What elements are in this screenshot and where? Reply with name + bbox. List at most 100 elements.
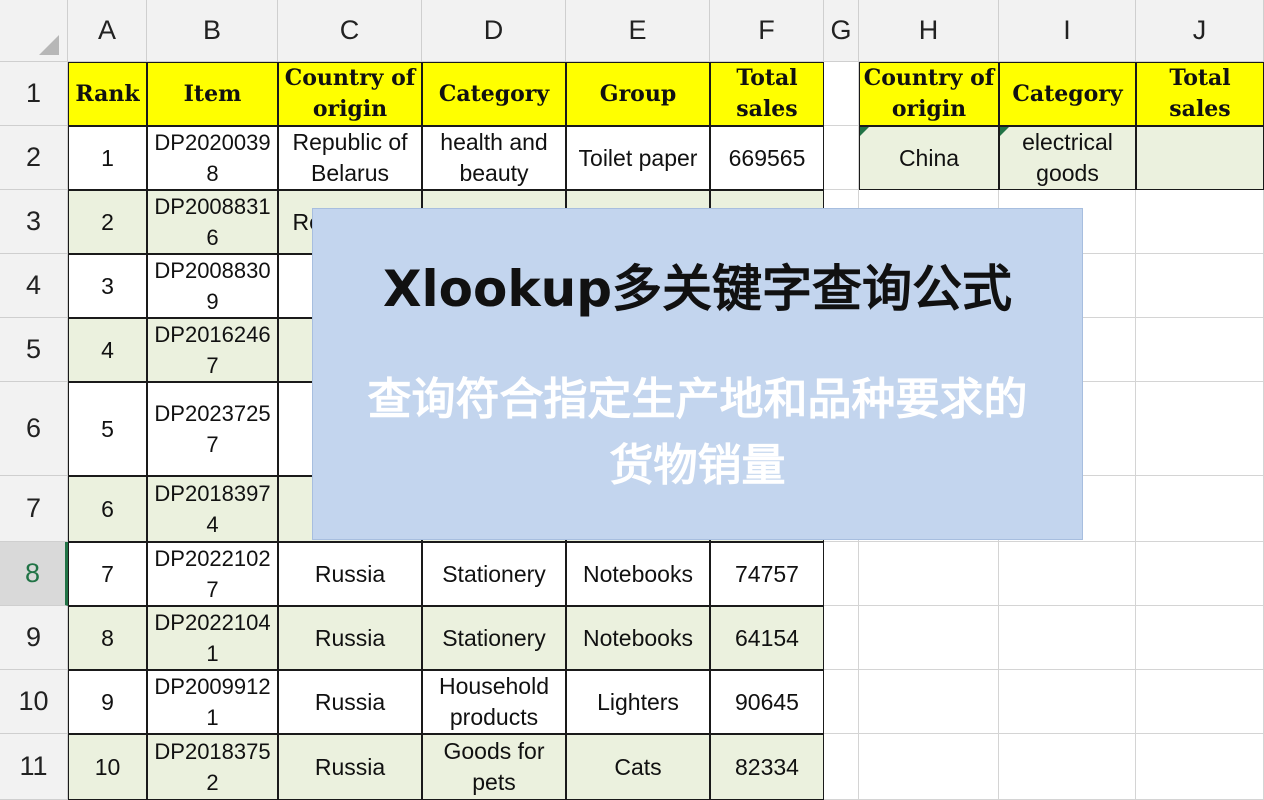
select-all-corner[interactable] <box>0 0 68 62</box>
table-cell[interactable]: Goods for pets <box>422 734 566 800</box>
column-header[interactable]: G <box>824 0 859 62</box>
column-header[interactable]: H <box>859 0 999 62</box>
table-cell[interactable]: DP20099121 <box>147 670 278 734</box>
row-header[interactable]: 6 <box>0 382 68 476</box>
row-header[interactable]: 1 <box>0 62 68 126</box>
table-cell[interactable]: Republic of Belarus <box>278 126 422 190</box>
table-cell[interactable]: Toilet paper <box>566 126 710 190</box>
empty-cell[interactable] <box>999 606 1136 670</box>
table-cell[interactable]: 10 <box>68 734 147 800</box>
column-header[interactable]: F <box>710 0 824 62</box>
empty-cell[interactable] <box>824 670 859 734</box>
table-header-cell[interactable]: Category <box>422 62 566 126</box>
column-header[interactable]: B <box>147 0 278 62</box>
table-cell[interactable]: Lighters <box>566 670 710 734</box>
empty-cell[interactable] <box>859 542 999 606</box>
table-cell[interactable]: 7 <box>68 542 147 606</box>
empty-cell[interactable] <box>1136 382 1264 476</box>
table-cell[interactable]: 3 <box>68 254 147 318</box>
row-header[interactable]: 3 <box>0 190 68 254</box>
column-header-label: E <box>628 15 647 45</box>
table-cell[interactable]: Notebooks <box>566 606 710 670</box>
table-cell[interactable]: 6 <box>68 476 147 542</box>
table-cell[interactable]: Household products <box>422 670 566 734</box>
table-cell[interactable]: DP20183974 <box>147 476 278 542</box>
table-header-cell[interactable]: Total sales <box>710 62 824 126</box>
table-header-cell[interactable]: Country of origin <box>278 62 422 126</box>
table-header-cell[interactable]: Item <box>147 62 278 126</box>
table-cell[interactable]: 90645 <box>710 670 824 734</box>
empty-cell[interactable] <box>1136 670 1264 734</box>
table-cell[interactable]: 64154 <box>710 606 824 670</box>
table-cell[interactable]: 82334 <box>710 734 824 800</box>
row-header[interactable]: 2 <box>0 126 68 190</box>
lookup-value-cell[interactable]: China <box>859 126 999 190</box>
empty-cell[interactable] <box>999 734 1136 800</box>
table-cell[interactable]: 9 <box>68 670 147 734</box>
lookup-header-cell[interactable]: Country of origin <box>859 62 999 126</box>
column-header[interactable]: E <box>566 0 710 62</box>
empty-cell[interactable] <box>824 62 859 126</box>
table-cell[interactable]: Russia <box>278 670 422 734</box>
table-cell[interactable]: DP20221041 <box>147 606 278 670</box>
row-header[interactable]: 11 <box>0 734 68 800</box>
lookup-value-cell[interactable]: electrical goods <box>999 126 1136 190</box>
table-cell[interactable]: Notebooks <box>566 542 710 606</box>
empty-cell[interactable] <box>1136 542 1264 606</box>
row-header[interactable]: 4 <box>0 254 68 318</box>
row-header[interactable]: 5 <box>0 318 68 382</box>
empty-cell[interactable] <box>1136 476 1264 542</box>
table-cell[interactable]: 669565 <box>710 126 824 190</box>
table-cell[interactable]: DP20200398 <box>147 126 278 190</box>
table-cell[interactable]: 74757 <box>710 542 824 606</box>
table-cell[interactable]: Stationery <box>422 606 566 670</box>
column-header[interactable]: J <box>1136 0 1264 62</box>
table-cell[interactable]: Cats <box>566 734 710 800</box>
empty-cell[interactable] <box>999 542 1136 606</box>
empty-cell[interactable] <box>824 734 859 800</box>
table-cell[interactable]: Russia <box>278 606 422 670</box>
table-header-cell[interactable]: Rank <box>68 62 147 126</box>
table-cell[interactable]: DP20088309 <box>147 254 278 318</box>
table-cell[interactable]: Russia <box>278 542 422 606</box>
row-header[interactable]: 7 <box>0 476 68 542</box>
column-header[interactable]: A <box>68 0 147 62</box>
table-cell[interactable]: DP20162467 <box>147 318 278 382</box>
row-header[interactable]: 8 <box>0 542 68 606</box>
table-cell[interactable]: 5 <box>68 382 147 476</box>
row-header[interactable]: 10 <box>0 670 68 734</box>
lookup-header-cell[interactable]: Total sales <box>1136 62 1264 126</box>
row-header[interactable]: 9 <box>0 606 68 670</box>
empty-cell[interactable] <box>859 734 999 800</box>
empty-cell[interactable] <box>859 670 999 734</box>
empty-cell[interactable] <box>824 542 859 606</box>
empty-cell[interactable] <box>1136 254 1264 318</box>
column-header[interactable]: D <box>422 0 566 62</box>
column-header[interactable]: C <box>278 0 422 62</box>
table-cell[interactable]: DP20221027 <box>147 542 278 606</box>
table-cell[interactable]: health and beauty <box>422 126 566 190</box>
lookup-header-cell[interactable]: Category <box>999 62 1136 126</box>
table-cell[interactable]: DP20237257 <box>147 382 278 476</box>
cell-text: Republic of Belarus <box>292 129 408 186</box>
table-cell[interactable]: 1 <box>68 126 147 190</box>
empty-cell[interactable] <box>999 670 1136 734</box>
empty-cell[interactable] <box>1136 318 1264 382</box>
empty-cell[interactable] <box>1136 606 1264 670</box>
empty-cell[interactable] <box>824 126 859 190</box>
empty-cell[interactable] <box>859 606 999 670</box>
empty-cell[interactable] <box>824 606 859 670</box>
empty-cell[interactable] <box>1136 734 1264 800</box>
table-cell[interactable]: 8 <box>68 606 147 670</box>
table-cell[interactable]: Stationery <box>422 542 566 606</box>
table-cell[interactable]: 2 <box>68 190 147 254</box>
table-header-cell[interactable]: Group <box>566 62 710 126</box>
table-cell[interactable]: 4 <box>68 318 147 382</box>
table-cell[interactable]: DP20183752 <box>147 734 278 800</box>
cell-text: Cats <box>614 753 662 780</box>
table-cell[interactable]: DP20088316 <box>147 190 278 254</box>
table-cell[interactable]: Russia <box>278 734 422 800</box>
lookup-value-cell[interactable] <box>1136 126 1264 190</box>
empty-cell[interactable] <box>1136 190 1264 254</box>
column-header[interactable]: I <box>999 0 1136 62</box>
